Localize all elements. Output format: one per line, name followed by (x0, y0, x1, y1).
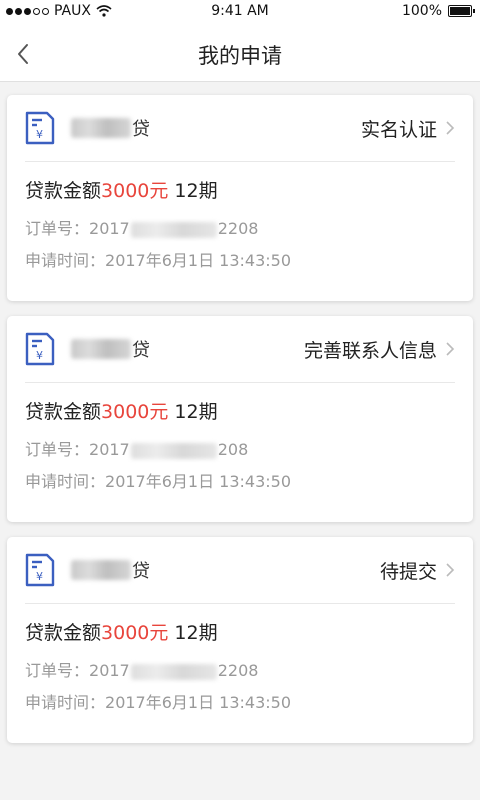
order-number-row: 订单号：2017 2208 (25, 661, 455, 681)
amount-label: 贷款金额 (25, 180, 102, 202)
order-suffix: 2208 (217, 219, 259, 238)
lender-suffix: 贷 (132, 561, 150, 582)
application-card: ¥ 贷 待提交 贷款金额3000元 12期 订单号：2017 2208 申请时间：… (7, 537, 473, 743)
redacted-order (130, 663, 217, 680)
status-link[interactable]: 完善联系人信息 (304, 336, 455, 363)
order-label: 订单号： (25, 219, 90, 238)
loan-document-icon: ¥ (25, 332, 55, 366)
apply-time-row: 申请时间：2017年6月1日 13:43:50 (25, 251, 455, 271)
svg-text:¥: ¥ (36, 349, 43, 362)
apply-time-row: 申请时间：2017年6月1日 13:43:50 (25, 693, 455, 713)
svg-text:¥: ¥ (36, 128, 43, 141)
page-title: 我的申请 (198, 44, 282, 68)
time-label: 申请时间： (25, 472, 106, 491)
loan-amount-row: 贷款金额3000元 12期 (25, 604, 455, 649)
lender-suffix: 贷 (132, 119, 150, 140)
card-header[interactable]: ¥ 贷 待提交 (25, 537, 455, 604)
amount-value: 3000元 (101, 180, 169, 202)
order-prefix: 2017 (89, 219, 130, 238)
term-value: 12期 (174, 180, 218, 202)
order-label: 订单号： (25, 661, 90, 680)
lender-name: 贷 (71, 115, 150, 141)
status-bar: PAUX 9:41 AM 100% (0, 0, 480, 24)
svg-text:¥: ¥ (36, 570, 43, 583)
order-suffix: 2208 (217, 661, 259, 680)
loan-amount-row: 贷款金额3000元 12期 (25, 162, 455, 207)
status-label: 实名认证 (360, 118, 437, 141)
lender-suffix: 贷 (132, 340, 150, 361)
chevron-right-icon (446, 342, 455, 356)
time-label: 申请时间： (25, 251, 106, 270)
nav-bar: 我的申请 (0, 24, 480, 82)
battery-icon (448, 5, 475, 17)
time-value: 2017年6月1日 13:43:50 (105, 251, 292, 270)
apply-time-row: 申请时间：2017年6月1日 13:43:50 (25, 472, 455, 492)
status-link[interactable]: 待提交 (380, 557, 455, 584)
status-label: 待提交 (379, 560, 437, 583)
battery-percent: 100% (401, 3, 442, 19)
loan-document-icon: ¥ (25, 111, 55, 145)
chevron-right-icon (446, 563, 455, 577)
term-value: 12期 (174, 401, 218, 423)
term-value: 12期 (174, 622, 218, 644)
status-label: 完善联系人信息 (303, 339, 437, 362)
order-number-row: 订单号：2017 2208 (25, 219, 455, 239)
application-list: ¥ 贷 实名认证 贷款金额3000元 12期 订单号：2017 2208 申请时间… (0, 82, 480, 743)
lender-name: 贷 (71, 336, 150, 362)
redacted-order (130, 442, 217, 459)
amount-label: 贷款金额 (25, 401, 102, 423)
card-header[interactable]: ¥ 贷 完善联系人信息 (25, 316, 455, 383)
time-value: 2017年6月1日 13:43:50 (105, 472, 292, 491)
amount-value: 3000元 (101, 622, 169, 644)
battery-info: 100% (401, 3, 475, 19)
loan-amount-row: 贷款金额3000元 12期 (25, 383, 455, 428)
redacted-lender (71, 118, 131, 138)
application-card: ¥ 贷 完善联系人信息 贷款金额3000元 12期 订单号：2017 208 申请… (7, 316, 473, 522)
order-label: 订单号： (25, 440, 90, 459)
redacted-lender (71, 560, 131, 580)
lender-name: 贷 (71, 557, 150, 583)
amount-value: 3000元 (101, 401, 169, 423)
card-header[interactable]: ¥ 贷 实名认证 (25, 95, 455, 162)
order-suffix: 208 (217, 440, 249, 459)
redacted-order (130, 221, 217, 238)
time-label: 申请时间： (25, 693, 106, 712)
loan-document-icon: ¥ (25, 553, 55, 587)
redacted-lender (71, 339, 131, 359)
order-number-row: 订单号：2017 208 (25, 440, 455, 460)
chevron-right-icon (446, 121, 455, 135)
application-card: ¥ 贷 实名认证 贷款金额3000元 12期 订单号：2017 2208 申请时间… (7, 95, 473, 301)
order-prefix: 2017 (89, 661, 130, 680)
status-link[interactable]: 实名认证 (361, 115, 455, 142)
order-prefix: 2017 (89, 440, 130, 459)
amount-label: 贷款金额 (25, 622, 102, 644)
time-value: 2017年6月1日 13:43:50 (105, 693, 292, 712)
